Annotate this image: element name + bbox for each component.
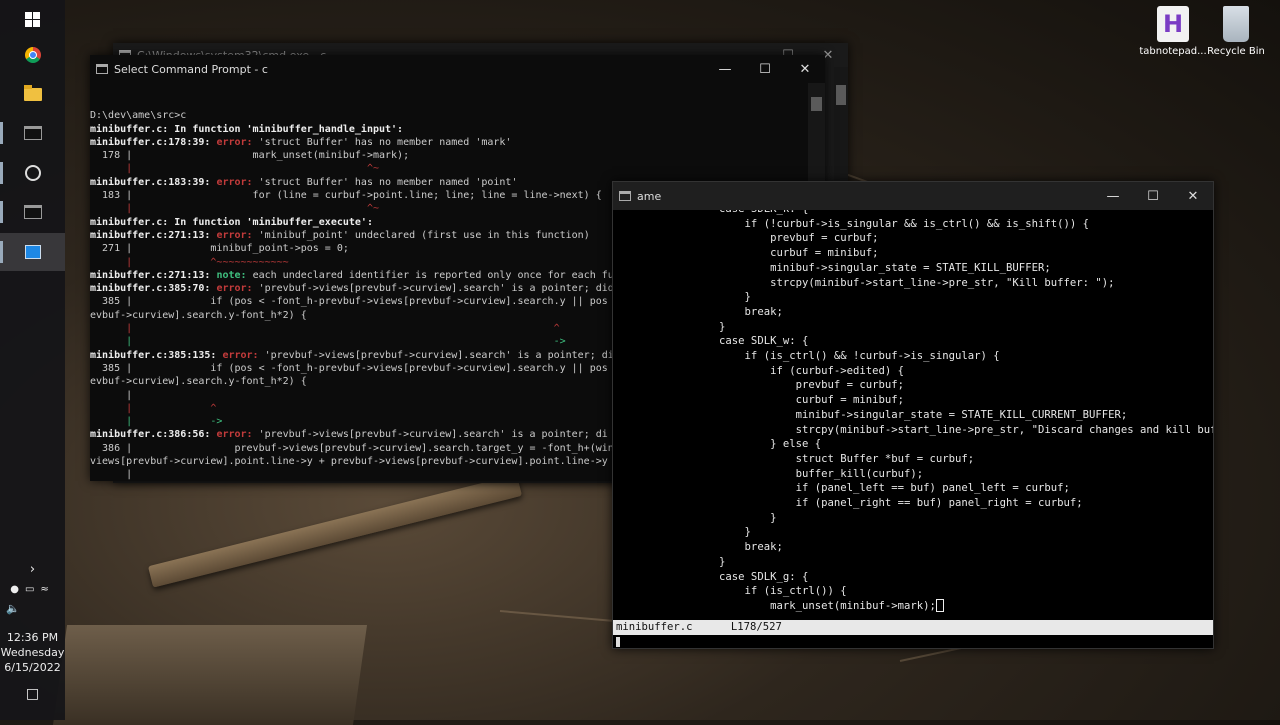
ame-window[interactable]: ame ✕ ☐ — case SDLK_k: { if (!curbuf->is…	[612, 181, 1214, 649]
code-line: break;	[617, 305, 783, 318]
code-line: if (!curbuf->is_singular && is_ctrl() &&…	[617, 217, 1089, 230]
code-line: minibuf->singular_state = STATE_KILL_BUF…	[617, 261, 1051, 274]
tabnotepad-icon: H	[1157, 6, 1189, 42]
cmd-titlebar[interactable]: Select Command Prompt - c ✕ ☐ —	[90, 55, 825, 83]
terminal-icon	[23, 126, 42, 140]
microphone-icon[interactable]: ●	[10, 584, 25, 595]
ame-close-icon[interactable]: ✕	[1173, 182, 1213, 210]
code-line: strcpy(minibuf->start_line->pre_str, "Di…	[617, 423, 1213, 436]
wallpaper-sword	[147, 474, 523, 588]
taskbar-cmd[interactable]	[0, 114, 65, 152]
cmd-line: D:\dev\ame\src>c	[90, 110, 187, 122]
code-line: prevbuf = curbuf;	[617, 232, 879, 245]
windows-logo-icon	[25, 11, 40, 27]
code-line: if (is_ctrl()) {	[617, 585, 847, 598]
cmd-line: 178 | mark_unset(minibuf->mark);	[90, 150, 410, 162]
ame-minimize-icon[interactable]: —	[1093, 182, 1133, 210]
ame-title: ame	[637, 189, 662, 203]
taskbar-cmd-2[interactable]	[0, 193, 65, 231]
obs-icon	[24, 165, 41, 181]
taskbar-chrome[interactable]	[0, 36, 65, 74]
cmd-close-icon[interactable]: ✕	[785, 55, 825, 83]
code-line: strcpy(minibuf->start_line->pre_str, "Ki…	[617, 276, 1115, 289]
modeline-position: L178/527	[730, 621, 782, 633]
code-line: break;	[617, 541, 783, 554]
code-line: }	[617, 511, 777, 524]
battery-icon[interactable]: ▭	[25, 584, 40, 595]
code-line: } else {	[617, 438, 822, 451]
code-line: }	[617, 555, 726, 568]
code-line: }	[617, 291, 751, 304]
app-window-icon	[24, 245, 41, 259]
modeline-filename: minibuffer.c	[616, 621, 693, 633]
cmd-line: minibuffer.c: In function 'minibuffer_ha…	[90, 123, 808, 136]
ame-modeline: minibuffer.c L178/527	[613, 620, 1213, 635]
wifi-icon[interactable]: ≈	[40, 584, 54, 595]
cmd-back-scroll-thumb[interactable]	[836, 85, 846, 105]
code-line: curbuf = minibuf;	[617, 394, 905, 407]
code-line: buffer_kill(curbuf);	[617, 467, 924, 480]
terminal-icon	[96, 64, 108, 74]
cmd-minimize-icon[interactable]: —	[705, 55, 745, 83]
code-line: case SDLK_k: {	[617, 210, 1213, 217]
taskbar-file-explorer[interactable]	[0, 75, 65, 113]
code-line: }	[617, 526, 751, 539]
ame-editor-text[interactable]: case SDLK_k: { if (!curbuf->is_singular …	[613, 210, 1213, 620]
desktop-icon-label: Recycle Bin	[1207, 46, 1265, 57]
cmd-line: minibuffer.c: In function 'minibuffer_ha…	[90, 123, 404, 135]
text-cursor	[935, 599, 944, 613]
start-button[interactable]	[0, 0, 65, 38]
code-line: struct Buffer *buf = curbuf;	[617, 452, 975, 465]
code-line: if (panel_right == buf) panel_right = cu…	[617, 497, 1083, 510]
notification-icon[interactable]: □	[0, 686, 65, 702]
volume-icon[interactable]: 🔈	[0, 602, 71, 615]
clock-day: Wednesday	[0, 646, 65, 659]
chrome-icon	[24, 47, 41, 63]
clock-time: 12:36 PM	[6, 631, 59, 644]
folder-icon	[23, 84, 42, 101]
desktop-icon-label: tabnotepad...	[1139, 46, 1207, 57]
minibuffer-cursor	[616, 637, 620, 647]
ame-titlebar[interactable]: ame ✕ ☐ —	[613, 182, 1213, 210]
code-line: if (panel_left == buf) panel_left = curb…	[617, 482, 1070, 495]
code-line: mark_unset(minibuf->mark);	[617, 599, 1213, 614]
taskbar: › ●▭≈ 🔈 12:36 PM Wednesday 6/15/2022 □	[0, 0, 65, 720]
code-line: curbuf = minibuf;	[617, 247, 879, 260]
cmd-error-line: minibuffer.c:178:39: error: 'struct Buff…	[90, 136, 512, 148]
ame-maximize-icon[interactable]: ☐	[1133, 182, 1173, 210]
code-line: prevbuf = curbuf;	[617, 379, 905, 392]
taskbar-ame[interactable]	[0, 233, 65, 271]
code-line: if (curbuf->edited) {	[617, 364, 905, 377]
terminal-icon	[23, 205, 42, 219]
cmd-line: | ^~	[90, 163, 379, 175]
code-line: if (is_ctrl() && !curbuf->is_singular) {	[617, 350, 1000, 363]
taskbar-obs[interactable]	[0, 154, 65, 192]
app-window-icon	[619, 191, 631, 201]
tray-icons[interactable]: ●▭≈	[0, 584, 65, 595]
clock-date: 6/15/2022	[4, 661, 61, 674]
code-line: }	[617, 320, 726, 333]
cmd-scroll-thumb[interactable]	[811, 97, 822, 111]
clock[interactable]: 12:36 PM Wednesday 6/15/2022	[0, 631, 65, 674]
code-line: case SDLK_g: {	[617, 570, 809, 583]
cmd-title: Select Command Prompt - c	[114, 62, 268, 76]
desktop-icon-recycle-bin[interactable]: Recycle Bin	[1201, 6, 1271, 57]
tray-expand-chevron-icon[interactable]: ›	[0, 562, 65, 577]
wallpaper-stone	[52, 625, 368, 725]
desktop-icon-tabnotepad[interactable]: H tabnotepad...	[1138, 6, 1208, 57]
recycle-bin-icon	[1223, 6, 1249, 42]
code-line: case SDLK_w: {	[617, 335, 809, 348]
cmd-maximize-icon[interactable]: ☐	[745, 55, 785, 83]
code-line: minibuf->singular_state = STATE_KILL_CUR…	[617, 408, 1128, 421]
